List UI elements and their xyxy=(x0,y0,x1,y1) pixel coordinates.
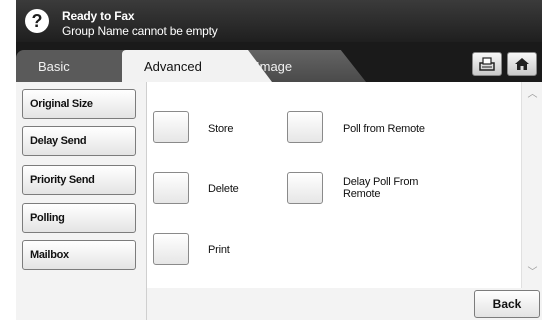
fax-screen: ? Ready to Fax Group Name cannot be empt… xyxy=(16,0,542,320)
help-icon[interactable]: ? xyxy=(25,9,49,33)
tab-bar: Basic Image Advanced xyxy=(16,42,542,82)
sidebar-item-polling[interactable]: Polling xyxy=(22,203,136,233)
sidebar-item-original-size[interactable]: Original Size xyxy=(22,89,136,119)
home-button[interactable] xyxy=(507,52,537,76)
delay-poll-from-remote-label: Delay Poll From Remote xyxy=(343,176,418,200)
delay-poll-from-remote-button[interactable] xyxy=(287,172,323,204)
status-title: Ready to Fax xyxy=(62,9,135,23)
tab-basic-label: Basic xyxy=(38,59,70,74)
home-icon xyxy=(515,58,529,70)
tab-advanced-label: Advanced xyxy=(144,59,202,74)
status-message: Group Name cannot be empty xyxy=(62,24,218,38)
delay-poll-line2: Remote xyxy=(343,188,381,200)
options-panel: Store Delete Print Poll from Remote Dela… xyxy=(147,82,542,289)
delay-poll-line1: Delay Poll From xyxy=(343,176,419,188)
bottom-bar: Back xyxy=(147,288,542,320)
delete-button[interactable] xyxy=(153,172,189,204)
tray-button[interactable] xyxy=(472,52,502,76)
sidebar: Original Size Delay Send Priority Send P… xyxy=(16,82,147,320)
sidebar-item-delay-send[interactable]: Delay Send xyxy=(22,126,136,156)
back-button[interactable]: Back xyxy=(474,290,540,318)
scrollbar[interactable]: ︿ ﹀ xyxy=(521,82,542,288)
print-label: Print xyxy=(208,244,230,256)
delete-label: Delete xyxy=(208,183,239,195)
print-button[interactable] xyxy=(153,233,189,265)
sidebar-item-priority-send[interactable]: Priority Send xyxy=(22,165,136,195)
tray-icon xyxy=(479,57,495,71)
poll-from-remote-button[interactable] xyxy=(287,111,323,143)
scroll-down-icon[interactable]: ﹀ xyxy=(522,266,542,280)
poll-from-remote-label: Poll from Remote xyxy=(343,123,425,135)
store-button[interactable] xyxy=(153,111,189,143)
status-bar: ? Ready to Fax Group Name cannot be empt… xyxy=(16,0,542,42)
tab-basic[interactable]: Basic xyxy=(16,50,126,82)
scroll-up-icon[interactable]: ︿ xyxy=(522,88,542,102)
store-label: Store xyxy=(208,123,234,135)
tab-advanced[interactable]: Advanced xyxy=(122,50,272,82)
sidebar-item-mailbox[interactable]: Mailbox xyxy=(22,240,136,270)
